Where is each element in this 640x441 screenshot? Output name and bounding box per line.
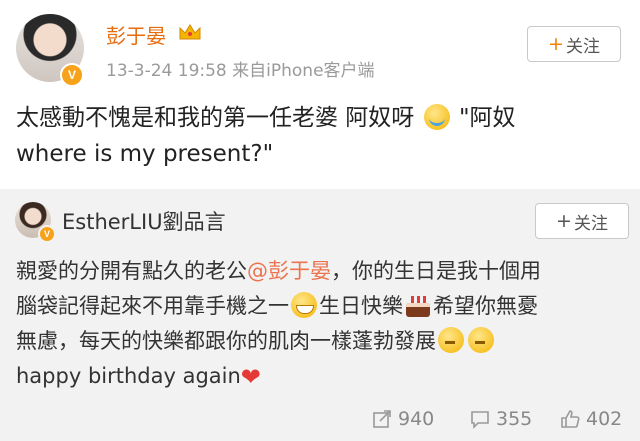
repost-count: 940 [398,408,435,430]
thumbs-up-icon [561,410,580,428]
like-action[interactable]: 402 [560,408,622,430]
repost-text-b: ，你的生日是我十個用 [331,259,541,283]
follow-label: 关注 [573,213,608,234]
thinking-emoji-icon [468,327,494,353]
author-name[interactable]: 彭于晏 [106,20,166,49]
comment-icon [471,411,489,429]
comment-count: 355 [496,408,533,430]
post-meta: 13-3-24 19:58 来自iPhone客户端 [106,61,375,81]
comment-action[interactable]: 355 [470,408,532,430]
post-text: 太感動不愧是和我的第一任老婆 阿奴呀 "阿奴 where is my prese… [16,100,626,172]
original-post: V 彭于晏 13-3-24 19:58 来自iPhone客户端 + 关注 太感動… [0,0,640,189]
repost-text-d: 生日快樂 [319,294,403,318]
like-count: 402 [586,408,623,430]
verified-badge-icon: V [38,225,56,243]
grin-emoji-icon [291,292,317,318]
repost-text-c: 腦袋記得起來不用靠手機之一 [16,294,289,318]
repost-text-g: happy birthday again [16,364,241,388]
repost-text: 親愛的分開有點久的老公@彭于晏，你的生日是我十個用 腦袋記得起來不用靠手機之一 生… [16,254,626,395]
repost-follow-button[interactable]: + 关注 [535,203,629,239]
repost-card[interactable]: V EstherLIU劉品言 + 关注 親愛的分開有點久的老公@彭于晏，你的生日… [0,189,640,441]
repost-text-f: 無慮，每天的快樂都跟你的肌肉一樣蓬勃發展 [16,329,436,353]
thinking-emoji-icon [438,327,464,353]
repost-text-a: 親愛的分開有點久的老公 [16,259,247,283]
mention-link[interactable]: @彭于晏 [247,259,331,283]
follow-button[interactable]: + 关注 [527,26,621,62]
heart-emoji-icon: ❤ [240,363,261,391]
verified-badge-icon: V [60,63,84,87]
crown-icon [179,24,201,40]
post-text-line2: where is my present?" [16,141,274,167]
follow-label: 关注 [565,36,600,57]
repost-text-e: 希望你無憂 [433,294,538,318]
crying-emoji-icon [423,104,450,130]
repost-action[interactable]: 940 [372,408,434,430]
repost-author-name[interactable]: EstherLIU劉品言 [62,206,226,236]
cake-emoji-icon [405,293,431,317]
share-icon [373,410,391,428]
plus-icon: + [548,33,564,55]
post-text-part2: "阿奴 [458,105,516,131]
action-bar: 940 355 402 [0,408,640,434]
post-text-part1: 太感動不愧是和我的第一任老婆 阿奴呀 [16,105,415,131]
plus-icon: + [556,210,572,232]
